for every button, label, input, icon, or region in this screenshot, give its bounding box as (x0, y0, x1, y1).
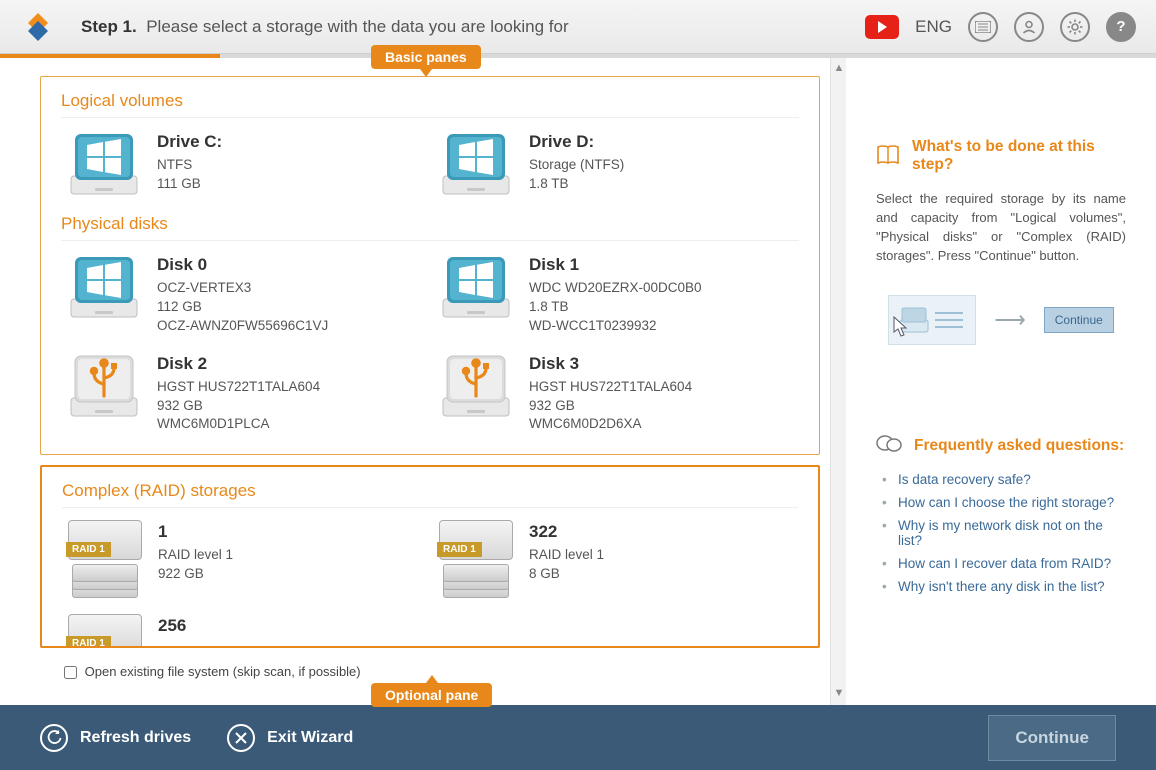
disk-serial: OCZ-AWNZ0FW55696C1VJ (157, 317, 328, 336)
open-existing-fs-checkbox[interactable] (64, 666, 77, 679)
diagram-continue-button: Continue (1044, 307, 1114, 333)
gear-icon[interactable] (1060, 12, 1090, 42)
faq-link[interactable]: Is data recovery safe? (876, 468, 1126, 491)
open-existing-fs-label: Open existing file system (skip scan, if… (85, 664, 361, 679)
close-icon (227, 724, 255, 752)
disk-serial: WD-WCC1T0239932 (529, 317, 702, 336)
language-selector[interactable]: ENG (915, 17, 952, 37)
disk-title: Disk 0 (157, 255, 328, 275)
physical-disk-item[interactable]: Disk 3 HGST HUS722T1TALA604 932 GB WMC6M… (433, 346, 799, 441)
disk-model: HGST HUS722T1TALA604 (157, 378, 320, 397)
raid-title: 322 (529, 522, 604, 542)
faq-link[interactable]: How can I recover data from RAID? (876, 552, 1126, 575)
user-icon[interactable] (1014, 12, 1044, 42)
step-number: Step 1. (81, 17, 137, 36)
exit-wizard-label: Exit Wizard (267, 729, 353, 747)
volume-size: 1.8 TB (529, 175, 624, 194)
raid-title: 1 (158, 522, 233, 542)
refresh-drives-button[interactable]: Refresh drives (40, 724, 191, 752)
disk-model: OCZ-VERTEX3 (157, 279, 328, 298)
faq-title: Frequently asked questions: (914, 437, 1124, 455)
continue-button[interactable]: Continue (988, 715, 1116, 761)
disk-model: HGST HUS722T1TALA604 (529, 378, 692, 397)
raid-icon: RAID 1 (437, 520, 515, 598)
app-logo-icon (20, 9, 56, 45)
physical-disk-item[interactable]: Disk 0 OCZ-VERTEX3 112 GB OCZ-AWNZ0FW556… (61, 247, 427, 342)
drive-icon (437, 352, 515, 420)
step-heading: Step 1. Please select a storage with the… (81, 17, 569, 37)
logical-volume-item[interactable]: Drive C: NTFS 111 GB (61, 124, 427, 204)
footer-bar: Refresh drives Exit Wizard Continue (0, 705, 1156, 770)
step-description: Please select a storage with the data yo… (146, 17, 568, 36)
raid-icon: RAID 1 (66, 520, 144, 598)
faq-link[interactable]: Why isn't there any disk in the list? (876, 575, 1126, 598)
help-icon[interactable]: ? (1106, 12, 1136, 42)
optional-pane-badge: Optional pane (371, 683, 492, 707)
disk-title: Disk 1 (529, 255, 702, 275)
volume-fs: NTFS (157, 156, 222, 175)
raid-level: RAID level 1 (158, 546, 233, 565)
raid-size: 922 GB (158, 565, 233, 584)
disk-serial: WMC6M0D2D6XA (529, 415, 692, 434)
disk-size: 932 GB (529, 397, 692, 416)
book-icon (876, 145, 900, 168)
drive-icon (65, 130, 143, 198)
scroll-up-icon[interactable]: ▲ (833, 62, 845, 76)
drive-icon (65, 253, 143, 321)
raid-size: 8 GB (529, 565, 604, 584)
volume-size: 111 GB (157, 175, 222, 194)
mouse-cursor-icon (893, 316, 909, 338)
exit-wizard-button[interactable]: Exit Wizard (227, 724, 353, 752)
scrollbar[interactable]: ▲ ▼ (830, 58, 846, 705)
raid-icon: RAID 1 (66, 614, 144, 648)
physical-disks-title: Physical disks (61, 214, 799, 234)
physical-disk-item[interactable]: Disk 1 WDC WD20EZRX-00DC0B0 1.8 TB WD-WC… (433, 247, 799, 342)
step-diagram: ⟶ Continue (876, 295, 1126, 345)
disk-model: WDC WD20EZRX-00DC0B0 (529, 279, 702, 298)
youtube-icon[interactable] (865, 15, 899, 39)
header-bar: Step 1. Please select a storage with the… (0, 0, 1156, 54)
refresh-icon (40, 724, 68, 752)
refresh-drives-label: Refresh drives (80, 729, 191, 747)
logical-volumes-title: Logical volumes (61, 91, 799, 111)
disk-size: 932 GB (157, 397, 320, 416)
whats-to-be-done-title: What's to be done at this step? (912, 138, 1126, 174)
raid-storage-item[interactable]: RAID 1 1 RAID level 1 922 GB (62, 514, 427, 604)
physical-disk-item[interactable]: Disk 2 HGST HUS722T1TALA604 932 GB WMC6M… (61, 346, 427, 441)
volume-title: Drive C: (157, 132, 222, 152)
raid-storages-title: Complex (RAID) storages (62, 481, 798, 501)
drive-icon (65, 352, 143, 420)
drive-icon (437, 253, 515, 321)
disk-title: Disk 3 (529, 354, 692, 374)
raid-title: 256 (158, 616, 186, 636)
basic-panes-box: Logical volumes Drive C: NTFS 111 GB Dri… (40, 76, 820, 455)
raid-storage-item[interactable]: RAID 1 256 (62, 608, 427, 648)
drive-icon (437, 130, 515, 198)
arrow-right-icon: ⟶ (994, 307, 1026, 333)
raid-level: RAID level 1 (529, 546, 604, 565)
volume-title: Drive D: (529, 132, 624, 152)
disk-title: Disk 2 (157, 354, 320, 374)
keyboard-icon[interactable] (968, 12, 998, 42)
basic-panes-badge: Basic panes (371, 45, 481, 69)
raid-storage-item[interactable]: RAID 1 322 RAID level 1 8 GB (433, 514, 798, 604)
faq-icon (876, 435, 902, 456)
disk-serial: WMC6M0D1PLCA (157, 415, 320, 434)
disk-size: 1.8 TB (529, 298, 702, 317)
scroll-down-icon[interactable]: ▼ (833, 687, 845, 701)
raid-storages-box: Complex (RAID) storages RAID 1 1 RAID le… (40, 465, 820, 648)
disk-size: 112 GB (157, 298, 328, 317)
volume-fs: Storage (NTFS) (529, 156, 624, 175)
whats-to-be-done-text: Select the required storage by its name … (876, 190, 1126, 265)
faq-link[interactable]: Why is my network disk not on the list? (876, 514, 1126, 552)
faq-link[interactable]: How can I choose the right storage? (876, 491, 1126, 514)
logical-volume-item[interactable]: Drive D: Storage (NTFS) 1.8 TB (433, 124, 799, 204)
faq-list: Is data recovery safe?How can I choose t… (876, 468, 1126, 598)
